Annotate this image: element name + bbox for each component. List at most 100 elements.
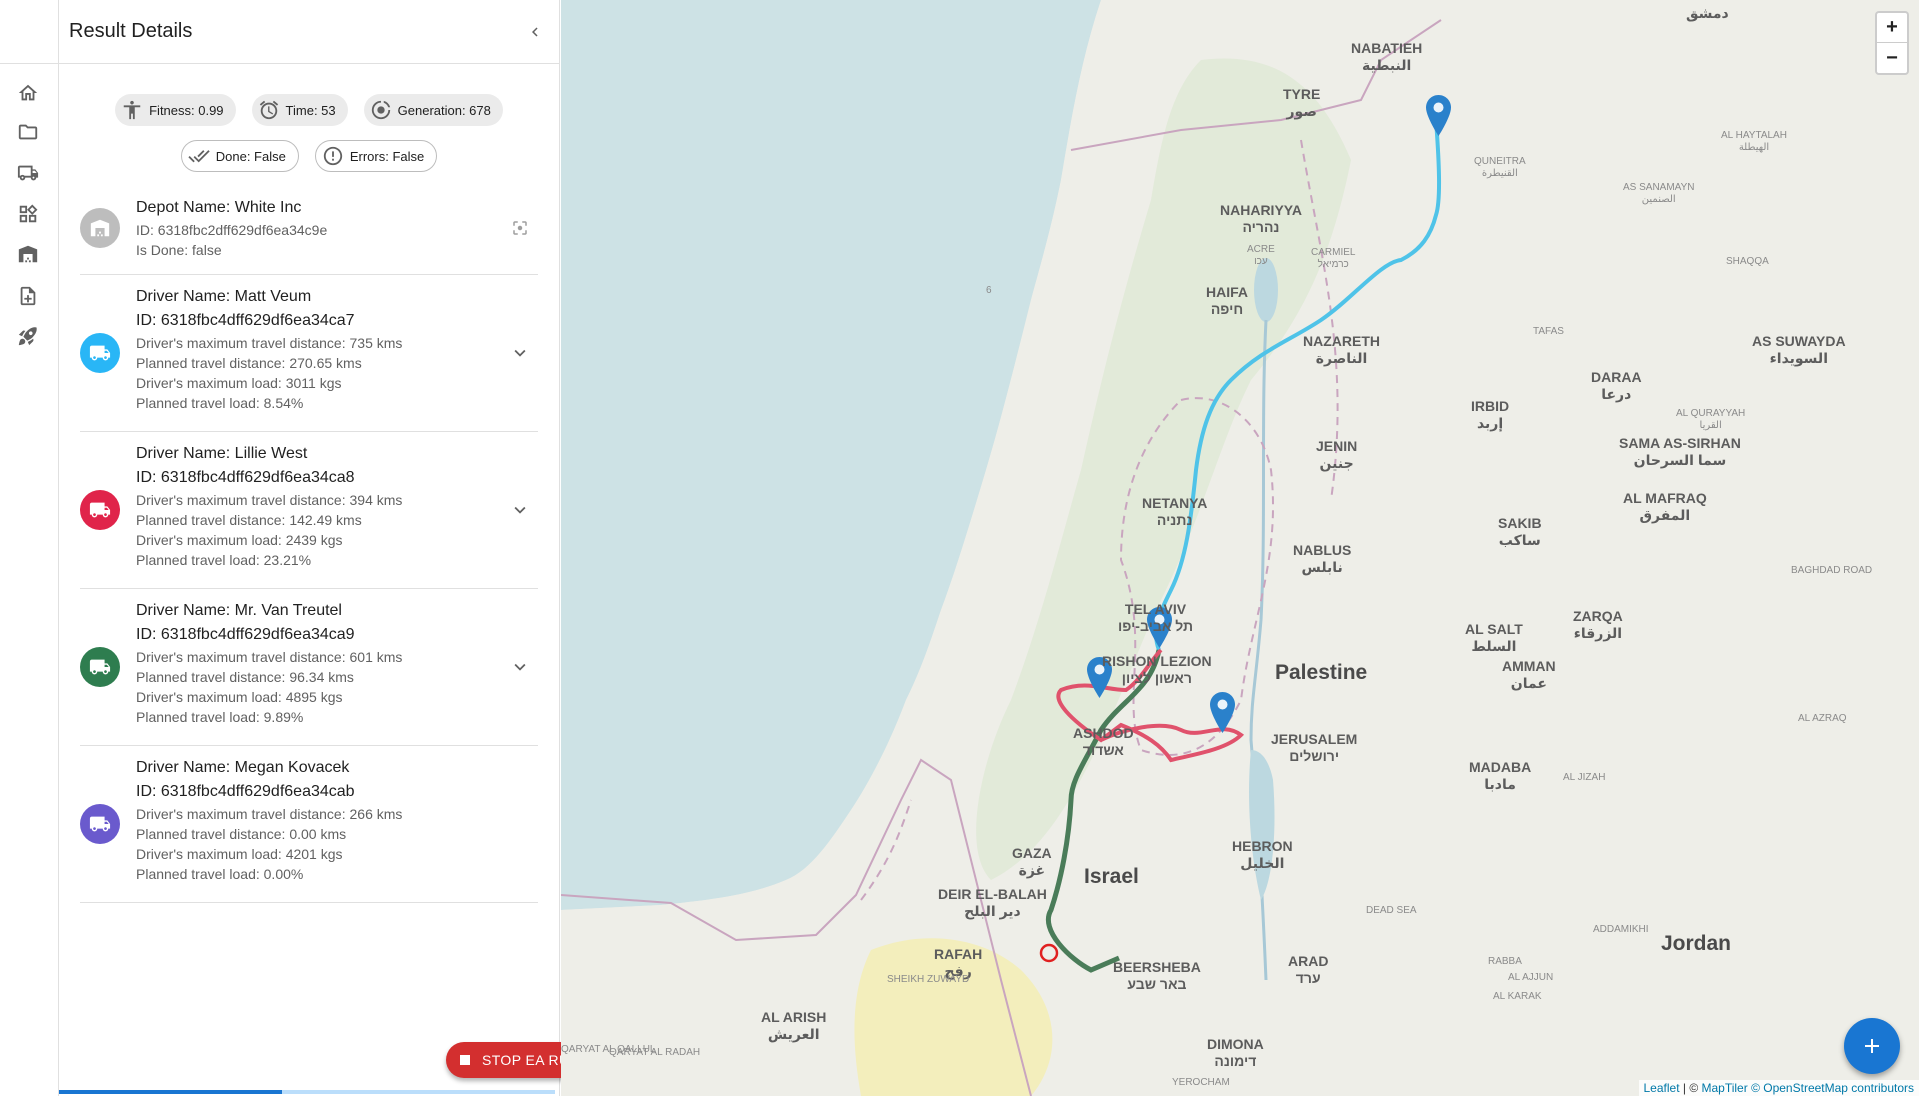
driver-planned-load: Planned travel load: 23.21% [136, 552, 312, 568]
map-label-as-sanamayn: AS SANAMAYN الصنمين [1623, 182, 1695, 205]
maptiler-link[interactable]: MapTiler [1702, 1081, 1748, 1095]
map-label-al-mafraq: AL MAFRAQ المفرق [1623, 490, 1707, 523]
collapse-panel-button[interactable] [521, 18, 549, 46]
driver-planned-distance: Planned travel distance: 270.65 kms [136, 355, 362, 371]
nav-rail-header [0, 0, 58, 64]
alarm-icon [259, 100, 278, 120]
map-label-amman: AMMAN عمان [1502, 658, 1556, 691]
driver-id: ID: 6318fbc4dff629df6ea34ca8 [136, 469, 355, 486]
fitness-chip: Fitness: 0.99 [115, 94, 236, 126]
driver-name: Driver Name: Megan Kovacek [136, 759, 350, 776]
truck-icon [89, 816, 111, 832]
map-label-jenin: JENIN جنين [1316, 438, 1358, 471]
expand-driver-button[interactable] [506, 653, 534, 681]
truck-icon[interactable] [14, 159, 42, 187]
map-label-jordan: Jordan [1661, 932, 1732, 955]
map-label-baghdad-road: BAGHDAD ROAD [1791, 565, 1873, 576]
generation-label: Generation: 678 [397, 102, 491, 118]
time-label: Time: 53 [285, 102, 336, 118]
map-label-nazareth: NAZARETH الناصرة [1303, 333, 1380, 366]
map-label-nablus: NABLUS نابلس [1293, 542, 1352, 575]
driver-avatar [80, 647, 120, 687]
add-fab-button[interactable] [1844, 1018, 1900, 1074]
map-label-al-jizah: AL JIZAH [1563, 772, 1606, 783]
map-label-gaza: GAZA غزة [1012, 845, 1052, 878]
driver-max-distance: Driver's maximum travel distance: 394 km… [136, 492, 403, 508]
map-label-al-azraq: AL AZRAQ [1798, 713, 1847, 724]
driver-text: Driver Name: Lillie West ID: 6318fbc4dff… [136, 442, 402, 570]
driver-planned-load: Planned travel load: 8.54% [136, 395, 304, 411]
depot-is-done: Is Done: false [136, 242, 222, 258]
chevron-down-icon [514, 506, 526, 514]
run-progress-bar [59, 1090, 555, 1094]
leaflet-link[interactable]: Leaflet [1644, 1081, 1680, 1095]
map-label-dead-sea: DEAD SEA [1366, 905, 1417, 916]
zoom-in-button[interactable]: + [1877, 13, 1907, 43]
map-label-as-suwayda: AS SUWAYDA السويداء [1752, 333, 1846, 366]
home-icon[interactable] [14, 79, 42, 107]
map-label-al-ajjun: AL AJJUN [1508, 972, 1554, 983]
map-attribution: Leaflet | © MapTiler © OpenStreetMap con… [1638, 1080, 1919, 1096]
map-label-al-qurayyah: AL QURAYYAH القريا [1676, 408, 1746, 431]
note-add-icon[interactable] [14, 282, 42, 310]
truck-icon [89, 659, 111, 675]
route-map[interactable]: دمشق NABATIEH النبطية TYRE صور AL HAYTALAH… [561, 0, 1919, 1096]
map-label-sakib: SAKIB ساكب [1498, 515, 1542, 548]
stop-icon [459, 1055, 470, 1065]
errors-label: Errors: False [349, 148, 425, 164]
driver-max-load: Driver's maximum load: 4895 kgs [136, 689, 343, 705]
truck-icon [89, 502, 111, 518]
warehouse-icon [90, 219, 110, 237]
map-label-nabatieh: NABATIEH النبطية [1351, 40, 1423, 73]
fitness-label: Fitness: 0.99 [149, 102, 224, 118]
map-marker-icon[interactable] [1426, 95, 1451, 136]
driver-name: Driver Name: Mr. Van Treutel [136, 602, 342, 619]
expand-driver-button[interactable] [506, 339, 534, 367]
driver-id: ID: 6318fbc4dff629df6ea34ca9 [136, 626, 355, 643]
map-label-yerocham: YEROCHAM [1172, 1077, 1230, 1088]
driver-planned-distance: Planned travel distance: 0.00 kms [136, 826, 347, 842]
driver-planned-distance: Planned travel distance: 96.34 kms [136, 669, 354, 685]
depot-text: Depot Name: White Inc ID: 6318fbc2dff629… [136, 196, 327, 260]
map-label-beersheba: BEERSHEBA באר שבע [1113, 959, 1201, 992]
driver-max-distance: Driver's maximum travel distance: 266 km… [136, 806, 403, 822]
driver-text: Driver Name: Mr. Van Treutel ID: 6318fbc… [136, 599, 402, 727]
driver-name: Driver Name: Lillie West [136, 445, 308, 462]
map-marker-icon[interactable] [1210, 692, 1235, 733]
chevron-left-icon [532, 27, 538, 36]
panel-header: Result Details [59, 0, 559, 64]
map-label-sama-as-sirhan: SAMA AS-SIRHAN سما السرحان [1619, 435, 1741, 468]
depot-avatar [80, 208, 120, 248]
nav-rail [0, 0, 59, 1096]
time-chip: Time: 53 [251, 94, 348, 126]
folder-icon[interactable] [14, 118, 42, 146]
driver-planned-load: Planned travel load: 0.00% [136, 866, 304, 882]
map-label-sheikh-zuwayd: SHEIKH ZUWAYD [887, 974, 970, 985]
map-label-route-6: 6 [986, 285, 992, 296]
map-label-hebron: HEBRON الخليل [1232, 838, 1293, 871]
widgets-icon[interactable] [14, 200, 42, 228]
driver-avatar [80, 490, 120, 530]
depot-name: Depot Name: White Inc [136, 199, 302, 216]
zoom-control: + − [1875, 11, 1909, 75]
motion-icon [371, 100, 390, 120]
map-label-acre: ACRE עכו [1247, 244, 1275, 267]
map-label-tel-aviv: TEL AVIV תל אביב-יפו [1118, 601, 1194, 634]
expand-driver-button[interactable] [506, 496, 534, 524]
focus-depot-button[interactable] [506, 214, 534, 242]
map-label-netanya: NETANYA נתניה [1142, 495, 1208, 528]
map-label-quneitra: QUNEITRA القنيطرة [1474, 156, 1526, 179]
panel-title: Result Details [69, 20, 193, 42]
zoom-out-button[interactable]: − [1877, 43, 1907, 73]
driver-max-load: Driver's maximum load: 3011 kgs [136, 375, 342, 391]
done-chip: Done: False [180, 140, 299, 172]
map-label-addamikhi: ADDAMIKHI [1593, 924, 1649, 935]
error-outline-icon [323, 146, 343, 166]
warehouse-icon[interactable] [14, 240, 42, 268]
osm-link[interactable]: © OpenStreetMap contributors [1751, 1081, 1914, 1095]
rocket-icon[interactable] [14, 322, 42, 350]
driver-planned-distance: Planned travel distance: 142.49 kms [136, 512, 362, 528]
map-label-arad: ARAD ערד [1288, 953, 1329, 986]
map-label-ashdod: ASHDOD אשדוד [1073, 725, 1134, 758]
map-label-israel: Israel [1084, 865, 1139, 888]
